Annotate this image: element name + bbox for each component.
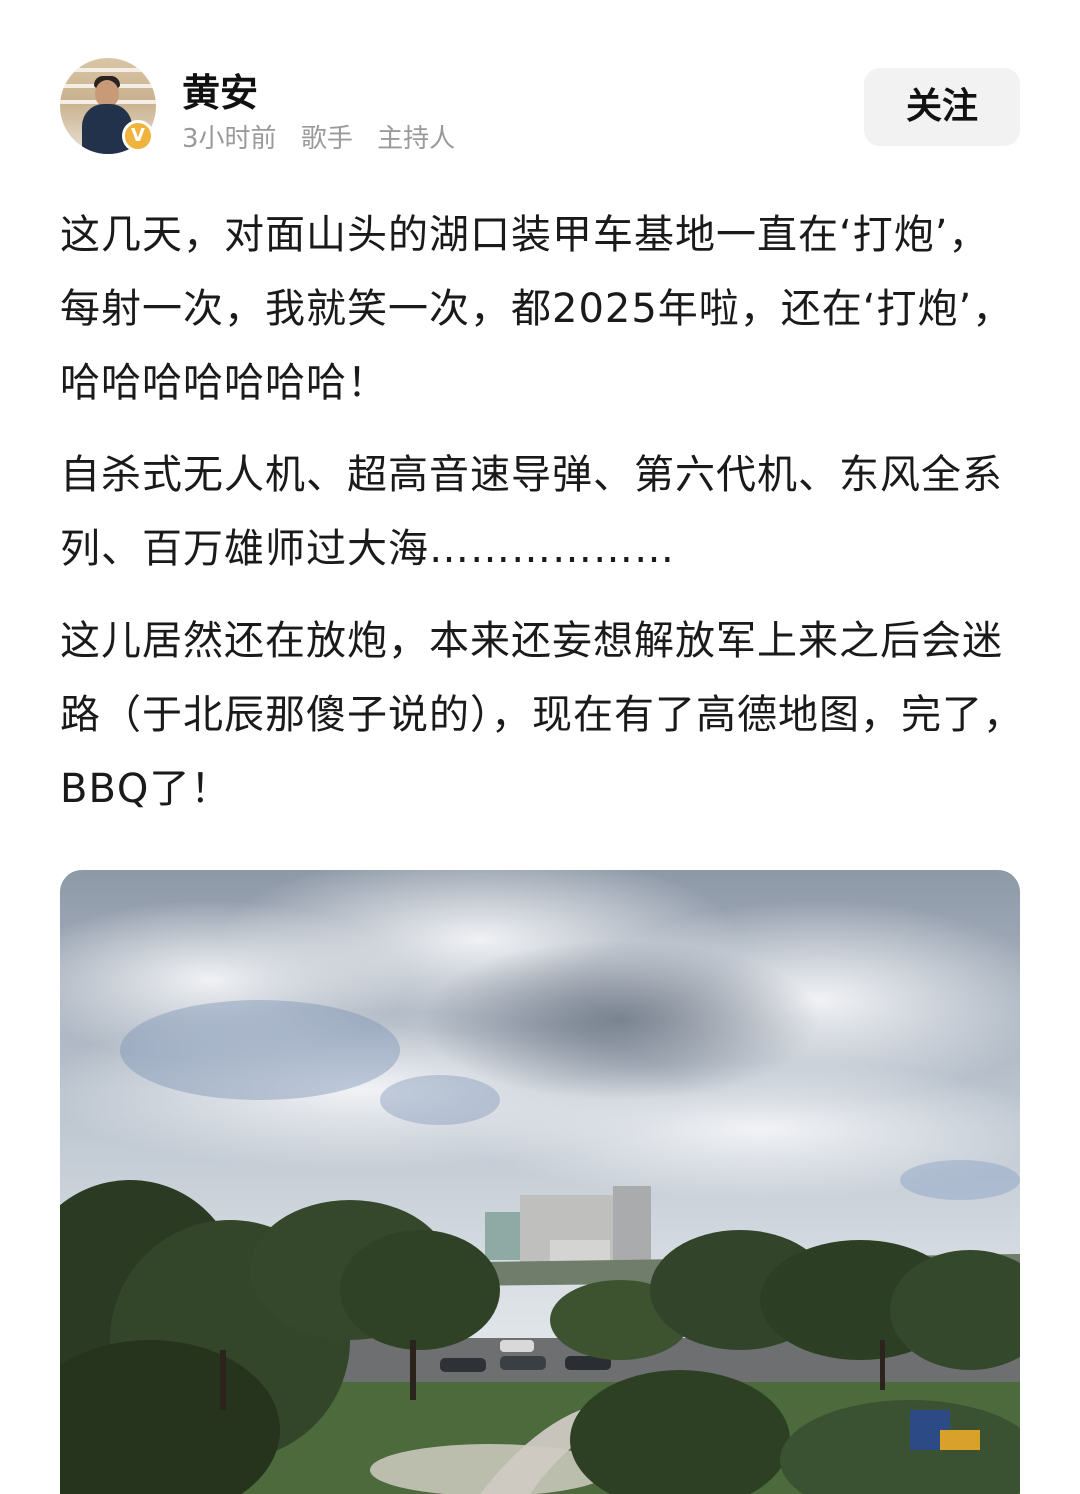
post-header: V 黄安 3小时前 歌手 主持人 关注 xyxy=(0,0,1080,170)
author-tag: 歌手 xyxy=(300,124,353,154)
author-name[interactable]: 黄安 xyxy=(182,62,258,117)
post-paragraph: 这儿居然还在放炮，本来还妄想解放军上来之后会迷路（于北辰那傻子说的），现在有了高… xyxy=(60,618,1024,812)
post-photo[interactable] xyxy=(60,870,1020,1494)
follow-button[interactable]: 关注 xyxy=(864,68,1020,146)
post-paragraph: 自杀式无人机、超高音速导弹、第六代机、东风全系列、百万雄师过大海……………… xyxy=(60,452,1003,572)
author-avatar[interactable]: V xyxy=(60,58,156,154)
author-tag: 主持人 xyxy=(377,124,456,154)
verified-badge-icon: V xyxy=(122,120,154,152)
landscape-photo-illustration xyxy=(60,870,1020,1494)
post-time: 3小时前 xyxy=(182,124,277,154)
post-paragraph: 这几天，对面山头的湖口装甲车基地一直在‘打炮’，每射一次，我就笑一次，都2025… xyxy=(60,212,1014,406)
post-body: 这几天，对面山头的湖口装甲车基地一直在‘打炮’，每射一次，我就笑一次，都2025… xyxy=(60,198,1025,844)
author-meta: 3小时前 歌手 主持人 xyxy=(182,118,471,155)
